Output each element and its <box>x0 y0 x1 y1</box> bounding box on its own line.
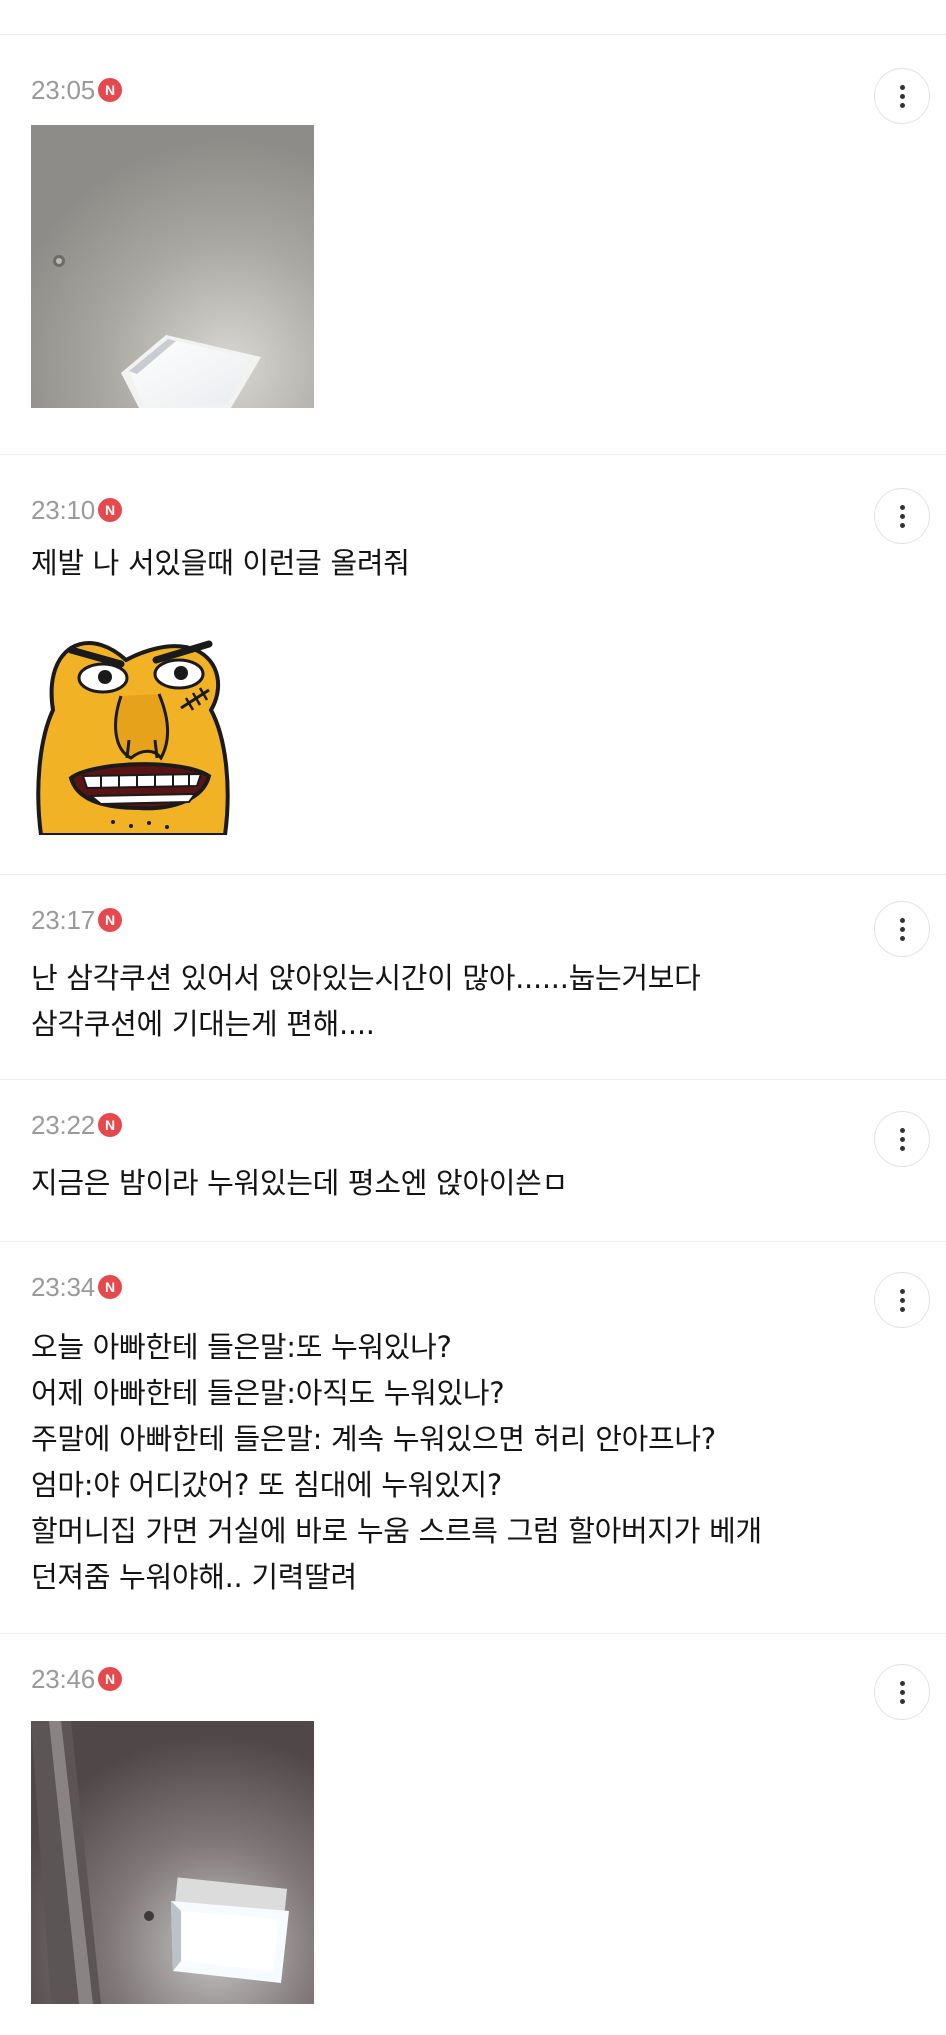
emoticon-sticker <box>31 630 241 837</box>
post-meta: 23:10 N <box>31 494 123 525</box>
more-vertical-icon-dot <box>899 1698 905 1704</box>
post-item: 23:46 N <box>0 1634 946 2035</box>
new-badge-icon: N <box>98 908 123 932</box>
post-item: 23:22 N 지금은 밤이라 누워있는데 평소엔 앉아이쓴ㅁ <box>0 1080 946 1242</box>
post-meta: 23:34 N <box>31 1271 123 1302</box>
more-options-button[interactable] <box>874 1111 930 1167</box>
post-item: 23:17 N 난 삼각쿠션 있어서 앉아있는시간이 많아......눕는거보다… <box>0 875 946 1080</box>
post-text: 지금은 밤이라 누워있는데 평소엔 앉아이쓴ㅁ <box>31 1166 568 1200</box>
post-meta: 23:46 N <box>31 1663 123 1694</box>
post-time: 23:10 <box>31 494 96 525</box>
more-vertical-icon-dot <box>899 1136 905 1142</box>
more-options-button[interactable] <box>874 1664 930 1720</box>
post-item: 23:34 N 오늘 아빠한테 들은말:또 누워있나? 어제 아빠한테 들은말:… <box>0 1242 946 1634</box>
new-badge-icon: N <box>98 78 123 102</box>
more-vertical-icon-dot <box>899 935 905 941</box>
post-meta: 23:05 N <box>31 74 123 105</box>
more-vertical-icon <box>899 917 905 923</box>
new-badge-icon: N <box>98 1667 123 1691</box>
more-options-button[interactable] <box>874 901 930 957</box>
ceiling-light-photo <box>31 125 314 408</box>
attached-photo[interactable] <box>31 125 314 408</box>
more-options-button[interactable] <box>874 488 930 544</box>
new-badge-icon: N <box>98 498 123 522</box>
more-vertical-icon <box>899 504 905 510</box>
more-vertical-icon-dot <box>899 513 905 519</box>
post-time: 23:17 <box>31 904 96 935</box>
more-vertical-icon-dot <box>899 1297 905 1303</box>
ceiling-light-photo-2 <box>31 1721 314 2004</box>
more-options-button[interactable] <box>874 1272 930 1328</box>
new-badge-icon: N <box>98 1275 123 1299</box>
more-vertical-icon <box>899 1127 905 1133</box>
more-vertical-icon-dot <box>899 926 905 932</box>
angry-face-sticker <box>36 640 230 837</box>
post-text: 난 삼각쿠션 있어서 앉아있는시간이 많아......눕는거보다 삼각쿠션에 기… <box>31 961 701 1041</box>
comment-feed: 23:05 N 23:10 N 제발 나 서있을때 이런글 올려줘 23:17 … <box>0 0 946 2035</box>
more-vertical-icon <box>899 1288 905 1294</box>
more-vertical-icon-dot <box>899 1689 905 1695</box>
more-vertical-icon-dot <box>899 1145 905 1151</box>
post-time: 23:05 <box>31 74 96 105</box>
post-time: 23:46 <box>31 1663 96 1694</box>
new-badge-icon: N <box>98 1113 123 1137</box>
post-item: 23:10 N 제발 나 서있을때 이런글 올려줘 <box>0 455 946 875</box>
post-text: 제발 나 서있을때 이런글 올려줘 <box>31 546 410 580</box>
more-vertical-icon-dot <box>899 1306 905 1312</box>
attached-photo[interactable] <box>31 1721 314 2004</box>
more-vertical-icon-dot <box>899 102 905 108</box>
post-text: 오늘 아빠한테 들은말:또 누워있나? 어제 아빠한테 들은말:아직도 누워있나… <box>31 1330 762 1594</box>
post-meta: 23:17 N <box>31 904 123 935</box>
more-vertical-icon <box>899 84 905 90</box>
more-options-button[interactable] <box>874 68 930 124</box>
post-meta: 23:22 N <box>31 1109 123 1140</box>
more-vertical-icon-dot <box>899 93 905 99</box>
post-time: 23:34 <box>31 1271 96 1302</box>
post-time: 23:22 <box>31 1109 96 1140</box>
more-vertical-icon-dot <box>899 522 905 528</box>
post-item: 23:05 N <box>0 35 946 455</box>
more-vertical-icon <box>899 1680 905 1686</box>
